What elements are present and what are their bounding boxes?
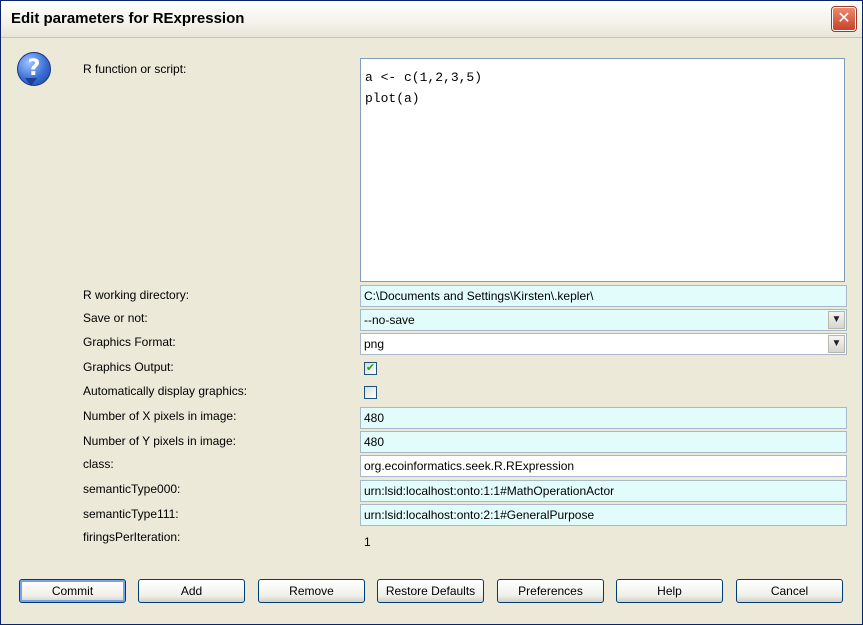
help-button[interactable]: Help [616,579,723,603]
semantic-type-111-label: semanticType111: [83,507,179,521]
class-label: class: [83,457,114,471]
dialog-content: ? R function or script: a <- c(1,2,3,5) … [1,38,862,624]
script-label: R function or script: [83,62,187,76]
graphics-format-label: Graphics Format: [83,335,176,349]
save-select-value: --no-save [364,313,415,327]
semantic-type-000-label: semanticType000: [83,482,181,496]
close-icon[interactable]: ✕ [831,6,857,32]
graphics-format-value: png [364,337,385,351]
save-select[interactable]: --no-save ▼ [360,309,847,331]
commit-button[interactable]: Commit [19,579,126,603]
preferences-button[interactable]: Preferences [497,579,604,603]
x-pixels-label: Number of X pixels in image: [83,409,237,423]
auto-display-label: Automatically display graphics: [83,384,248,398]
restore-defaults-button[interactable]: Restore Defaults [377,579,484,603]
chevron-down-icon[interactable]: ▼ [828,335,845,353]
chevron-down-icon[interactable]: ▼ [828,311,845,329]
window-title: Edit parameters for RExpression [11,10,245,27]
graphics-output-checkbox[interactable]: ✔ [364,362,377,375]
y-pixels-label: Number of Y pixels in image: [83,434,236,448]
auto-display-checkbox[interactable] [364,386,377,399]
firings-label: firingsPerIteration: [83,530,181,544]
save-label: Save or not: [83,311,148,325]
graphics-output-label: Graphics Output: [83,360,174,374]
remove-button[interactable]: Remove [258,579,365,603]
add-button[interactable]: Add [138,579,245,603]
edit-parameters-dialog: Edit parameters for RExpression ✕ ? R fu… [0,0,863,625]
title-bar[interactable]: Edit parameters for RExpression ✕ [1,1,862,38]
firings-value: 1 [364,535,371,549]
semantic-type-000-input[interactable]: urn:lsid:localhost:onto:1:1#MathOperatio… [360,480,847,502]
question-icon-tail [25,78,37,86]
cancel-button[interactable]: Cancel [736,579,843,603]
x-pixels-input[interactable]: 480 [360,407,847,429]
script-textarea[interactable]: a <- c(1,2,3,5) plot(a) [360,58,845,282]
working-directory-input[interactable]: C:\Documents and Settings\Kirsten\.keple… [360,285,847,307]
semantic-type-111-input[interactable]: urn:lsid:localhost:onto:2:1#GeneralPurpo… [360,504,847,526]
working-directory-label: R working directory: [83,288,190,302]
graphics-format-select[interactable]: png ▼ [360,333,847,355]
y-pixels-input[interactable]: 480 [360,431,847,453]
class-input[interactable]: org.ecoinformatics.seek.R.RExpression [360,455,847,477]
